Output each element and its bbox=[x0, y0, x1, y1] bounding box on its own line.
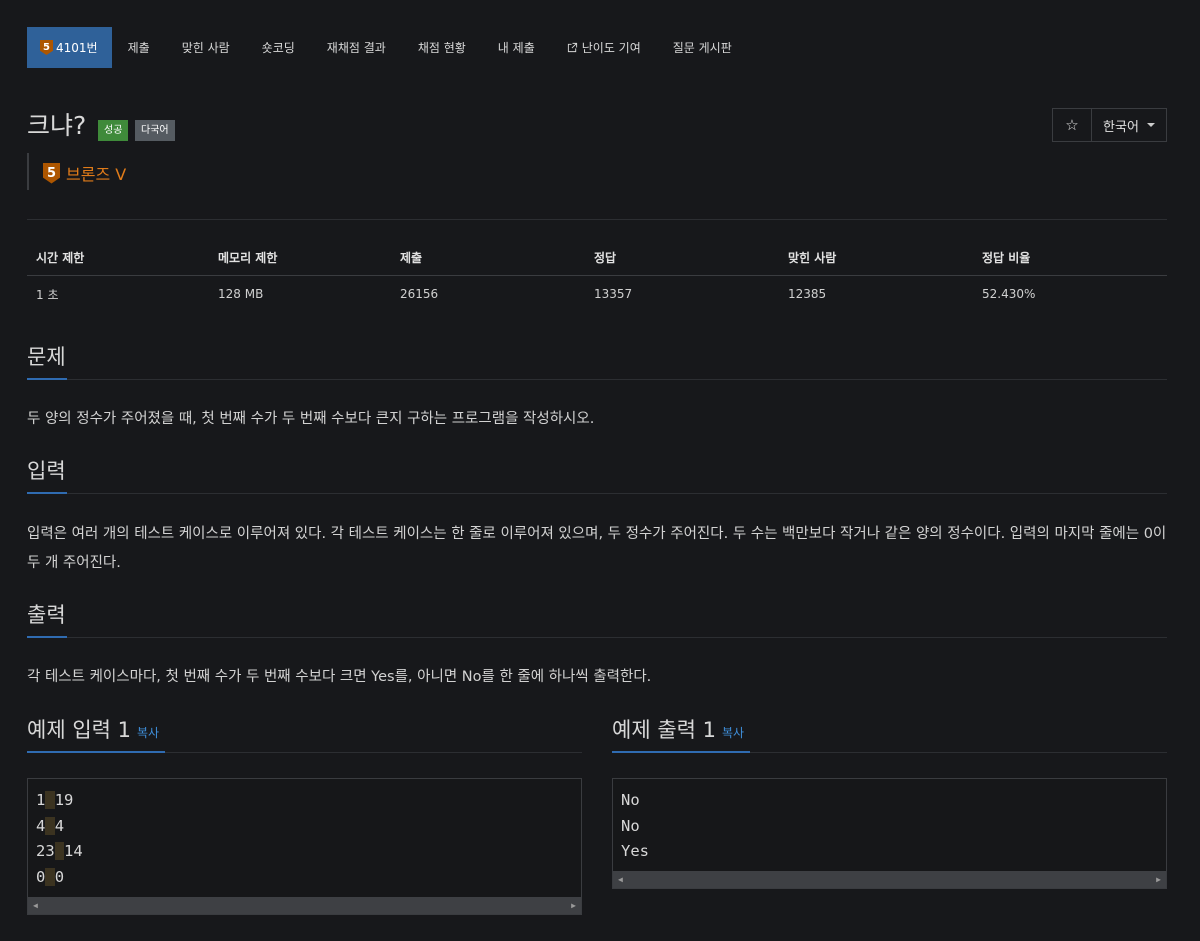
problem-description: 두 양의 정수가 주어졌을 때, 첫 번째 수가 두 번째 수보다 큰지 구하는… bbox=[27, 411, 595, 427]
section-underline bbox=[27, 636, 67, 638]
problem-title: 크냐? bbox=[27, 111, 87, 140]
sample-output-box[interactable]: No No Yes ◀ ▶ bbox=[612, 778, 1167, 889]
section-divider bbox=[27, 379, 1167, 380]
section-divider bbox=[27, 493, 1167, 494]
tier-label: 브론즈 V bbox=[66, 165, 127, 184]
sample-input-line: 23 14 bbox=[28, 839, 581, 865]
sample-output-line: No bbox=[621, 816, 640, 835]
sample-input-title: 예제 입력 1 bbox=[27, 718, 131, 742]
tab-rejudge-results[interactable]: 재채점 결과 bbox=[311, 27, 402, 68]
problem-tier[interactable]: 5 브론즈 V bbox=[43, 161, 126, 185]
section-underline bbox=[612, 751, 750, 753]
tab-my-submissions[interactable]: 내 제출 bbox=[482, 27, 551, 68]
tab-solved-users-label: 맞힌 사람 bbox=[181, 41, 230, 55]
section-underline bbox=[27, 751, 165, 753]
sample-input-box[interactable]: 1 19 4 4 23 14 0 0 ◀ ▶ bbox=[27, 778, 582, 915]
caret-down-icon bbox=[1146, 123, 1155, 127]
scroll-right-icon[interactable]: ▶ bbox=[1156, 875, 1161, 884]
whitespace-marker bbox=[45, 791, 55, 809]
sample-input-lines: 1 19 4 4 23 14 0 0 bbox=[28, 779, 581, 890]
section-divider bbox=[27, 637, 1167, 638]
language-dropdown-label: 한국어 bbox=[1103, 119, 1139, 135]
whitespace-marker bbox=[45, 867, 55, 886]
sample-value: 4 bbox=[36, 816, 46, 835]
header-memory-limit: 메모리 제한 bbox=[218, 251, 278, 265]
value-accepted: 13357 bbox=[594, 287, 633, 301]
horizontal-scrollbar[interactable]: ◀ ▶ bbox=[613, 871, 1166, 888]
horizontal-scrollbar[interactable]: ◀ ▶ bbox=[28, 897, 581, 914]
header-solved-users: 맞힌 사람 bbox=[788, 251, 837, 265]
scroll-right-icon[interactable]: ▶ bbox=[571, 901, 576, 910]
bronze-tier-icon: 5 bbox=[40, 40, 53, 55]
tab-problem[interactable]: 5 4101번 bbox=[27, 27, 112, 68]
star-icon: ☆ bbox=[1065, 116, 1079, 134]
value-memory-limit: 128 MB bbox=[218, 287, 264, 301]
tab-my-submissions-label: 내 제출 bbox=[497, 41, 535, 55]
tab-short-coding-label: 숏코딩 bbox=[261, 41, 295, 55]
tab-question-board[interactable]: 질문 게시판 bbox=[657, 27, 748, 68]
tab-solved-users[interactable]: 맞힌 사람 bbox=[166, 27, 246, 68]
value-submissions: 26156 bbox=[400, 287, 439, 301]
whitespace-marker bbox=[54, 842, 65, 861]
sample-output-title: 예제 출력 1 bbox=[612, 718, 716, 742]
sample-input-line: 0 0 bbox=[28, 865, 581, 891]
tab-judge-status[interactable]: 채점 현황 bbox=[402, 27, 482, 68]
sample-output-heading: 예제 출력 1 복사 bbox=[612, 716, 744, 747]
value-time-limit: 1 초 bbox=[36, 287, 59, 302]
header-accept-ratio: 정답 비율 bbox=[982, 251, 1031, 265]
tab-problem-label: 4101번 bbox=[56, 41, 98, 55]
tab-judge-status-label: 채점 현황 bbox=[417, 41, 466, 55]
tab-short-coding[interactable]: 숏코딩 bbox=[246, 27, 311, 68]
problem-info-row: 1 초 128 MB 26156 13357 12385 52.430% bbox=[27, 276, 1167, 312]
value-accept-ratio: 52.430% bbox=[982, 287, 1036, 301]
section-title-problem: 문제 bbox=[27, 345, 66, 369]
multilang-badge[interactable]: 다국어 bbox=[135, 120, 175, 141]
tab-question-board-label: 질문 게시판 bbox=[672, 41, 732, 55]
result-badge: 성공 bbox=[98, 120, 129, 141]
sample-output-line: No bbox=[621, 791, 640, 809]
tab-submit[interactable]: 제출 bbox=[112, 27, 166, 68]
section-title-input: 입력 bbox=[27, 459, 66, 483]
sample-value: 14 bbox=[64, 842, 83, 861]
problem-tab-nav: 5 4101번 제출 맞힌 사람 숏코딩 재채점 결과 채점 현황 내 제출 난… bbox=[27, 27, 748, 68]
tab-rejudge-results-label: 재채점 결과 bbox=[326, 41, 386, 55]
tab-difficulty-contribution[interactable]: 난이도 기여 bbox=[551, 27, 657, 68]
external-link-icon bbox=[567, 42, 577, 53]
sample-output-lines: No No Yes bbox=[613, 779, 1166, 865]
value-solved-users: 12385 bbox=[788, 287, 827, 301]
tab-submit-label: 제출 bbox=[127, 41, 150, 55]
problem-info-header: 시간 제한 메모리 제한 제출 정답 맞힌 사람 정답 비율 bbox=[27, 240, 1167, 276]
section-title-output: 출력 bbox=[27, 603, 66, 627]
language-dropdown[interactable]: 한국어 bbox=[1091, 108, 1167, 142]
section-underline bbox=[27, 378, 67, 380]
header-submissions: 제출 bbox=[400, 251, 423, 265]
sample-output-line: Yes bbox=[621, 842, 649, 861]
output-description: 각 테스트 케이스마다, 첫 번째 수가 두 번째 수보다 크면 Yes를, 아… bbox=[27, 669, 652, 685]
header-accepted: 정답 bbox=[594, 251, 617, 265]
title-divider bbox=[27, 219, 1167, 220]
sample-input-line: 4 4 bbox=[28, 814, 581, 840]
header-time-limit: 시간 제한 bbox=[36, 251, 85, 265]
sample-value: 19 bbox=[54, 791, 74, 809]
whitespace-marker bbox=[45, 816, 55, 835]
bronze-tier-icon: 5 bbox=[43, 162, 60, 184]
sample-value: 4 bbox=[54, 816, 65, 835]
sample-value: 0 bbox=[54, 867, 65, 886]
sample-value: 23 bbox=[36, 842, 55, 861]
sample-input-line: 1 19 bbox=[28, 788, 581, 814]
tab-difficulty-contribution-label: 난이도 기여 bbox=[581, 41, 641, 55]
sample-value: 0 bbox=[36, 867, 46, 886]
star-button[interactable]: ☆ bbox=[1052, 108, 1092, 142]
copy-sample-output-link[interactable]: 복사 bbox=[722, 726, 744, 740]
sample-input-heading: 예제 입력 1 복사 bbox=[27, 716, 159, 747]
tier-divider bbox=[27, 153, 29, 190]
sample-value: 1 bbox=[36, 791, 46, 809]
copy-sample-input-link[interactable]: 복사 bbox=[137, 726, 159, 740]
section-underline bbox=[27, 492, 67, 494]
scroll-left-icon[interactable]: ◀ bbox=[618, 875, 623, 884]
scroll-left-icon[interactable]: ◀ bbox=[33, 901, 38, 910]
input-description: 입력은 여러 개의 테스트 케이스로 이루어져 있다. 각 테스트 케이스는 한… bbox=[27, 526, 1167, 571]
